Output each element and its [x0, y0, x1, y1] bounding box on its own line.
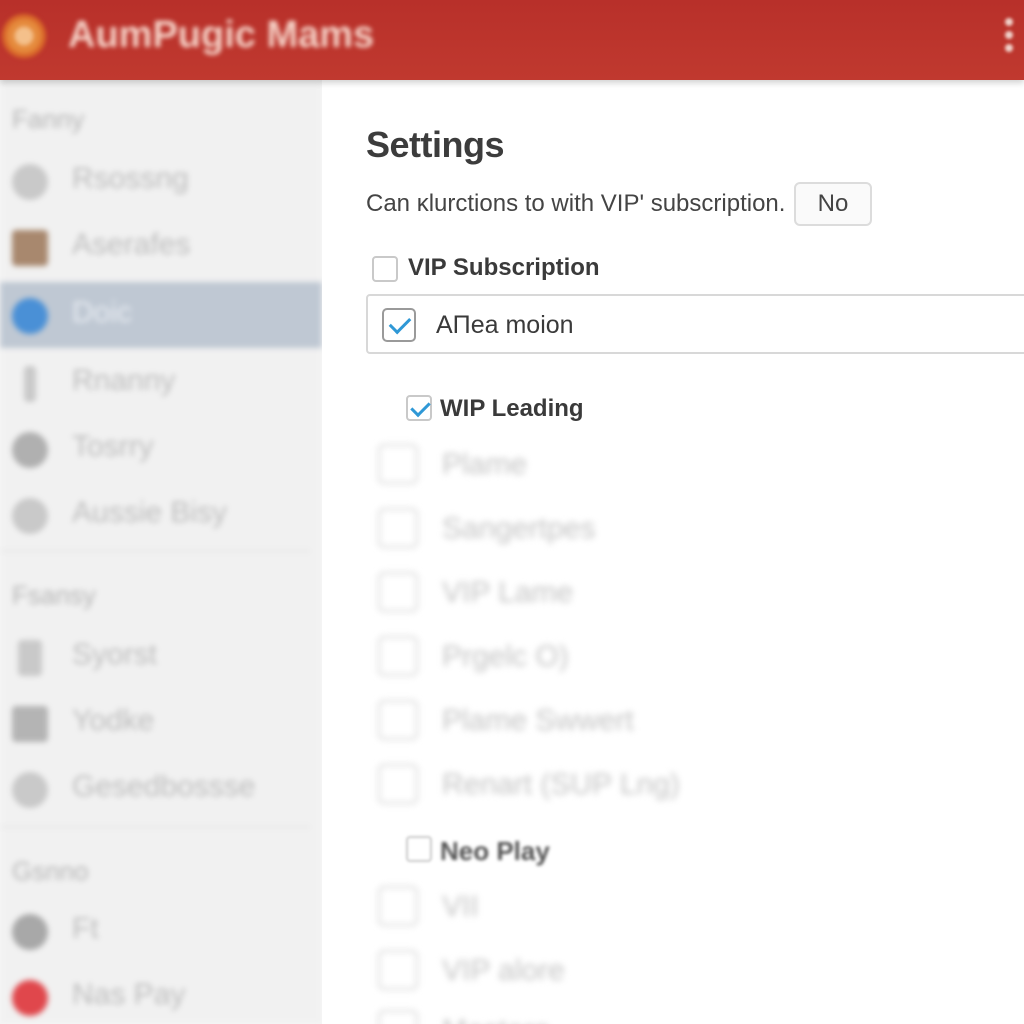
option-label: VIP Lame [442, 576, 574, 609]
option-label: Mastare [442, 1014, 550, 1024]
play-circle-icon [12, 298, 48, 334]
option-checkbox[interactable] [378, 950, 418, 990]
sidebar-item-label: Tosrry [72, 430, 154, 463]
option-label: Prgelc O) [442, 640, 569, 673]
sidebar-item-label: Yodke [72, 704, 155, 737]
option-checkbox[interactable] [378, 444, 418, 484]
settings-panel: Settings Can ĸlurctions to with VIP' sub… [322, 80, 1024, 1024]
option-label: VII [442, 890, 479, 923]
option-label: VIP alore [442, 954, 565, 987]
info-icon [24, 366, 36, 402]
no-play-label: Neo Play [440, 836, 550, 866]
sidebar-item-ft[interactable]: Ft [0, 898, 322, 964]
sidebar-item-label: Aussie Bisy [72, 496, 228, 529]
option-checkbox[interactable] [378, 764, 418, 804]
sidebar-item-aserafes[interactable]: Aserafes [0, 214, 322, 280]
sidebar-item-label: Rsossng [72, 162, 189, 195]
sidebar-item-aussie-bisy[interactable]: Aussie Bisy [0, 482, 322, 548]
sidebar-item-label: Doic [72, 296, 133, 329]
sidebar-item-nas-pay[interactable]: Nas Pay [0, 964, 322, 1024]
photo-thumbnail-icon [12, 230, 48, 266]
sidebar-divider [0, 550, 310, 552]
sidebar-item-doic[interactable]: Doic [0, 282, 322, 348]
option-checkbox[interactable] [378, 508, 418, 548]
sidebar-item-label: Syorst [72, 638, 158, 671]
sidebar-item-tosrry[interactable]: Tosrry [0, 416, 322, 482]
option-checkbox[interactable] [378, 886, 418, 926]
option-checkbox[interactable] [378, 700, 418, 740]
sidebar-item-label: Gesedbossse [72, 770, 256, 803]
record-icon [12, 980, 48, 1016]
list-icon [18, 640, 42, 676]
option-checkbox[interactable] [378, 1010, 418, 1024]
user-icon [12, 772, 48, 808]
option-checkbox[interactable] [378, 572, 418, 612]
circle-icon [12, 914, 48, 950]
sidebar-item-rnanny[interactable]: Rnanny [0, 350, 322, 416]
sidebar-item-label: Nas Pay [72, 978, 186, 1011]
sidebar-divider [0, 826, 310, 828]
filter-icon [12, 498, 48, 534]
option-label: Renart (SUP Lng) [442, 768, 680, 801]
kebab-menu-icon[interactable] [1002, 16, 1016, 56]
sidebar-section-header: Fsansy [12, 580, 96, 610]
title-bar: AumPugic Mams [0, 0, 1024, 80]
sidebar-item-gesedbossse[interactable]: Gesedbossse [0, 756, 322, 822]
sidebar-section-header: Gsnno [12, 856, 89, 886]
app-title: AumPugic Mams [68, 14, 375, 56]
gear-icon [12, 164, 48, 200]
sidebar: Fanny Rsossng Aserafes Doic Rnanny Tosrr… [0, 80, 322, 1024]
options-list: Plame Sangertpes VIP Lame Prgelc O) Plam… [322, 80, 1024, 1024]
option-label: Sangertpes [442, 512, 596, 545]
no-play-checkbox[interactable] [406, 836, 432, 862]
chat-icon [12, 432, 48, 468]
sidebar-item-syorst[interactable]: Syorst [0, 624, 322, 690]
sidebar-item-label: Ft [72, 912, 99, 945]
option-label: Plame Swwert [442, 704, 634, 737]
sidebar-section-header: Fanny [12, 104, 85, 134]
sidebar-item-label: Rnanny [72, 364, 176, 397]
sidebar-item-rsossng[interactable]: Rsossng [0, 148, 322, 214]
app-logo-icon [2, 14, 46, 58]
sidebar-item-yodke[interactable]: Yodke [0, 690, 322, 756]
mail-icon [12, 706, 48, 742]
sidebar-item-label: Aserafes [72, 228, 191, 261]
option-checkbox[interactable] [378, 636, 418, 676]
option-label: Plame [442, 448, 528, 481]
